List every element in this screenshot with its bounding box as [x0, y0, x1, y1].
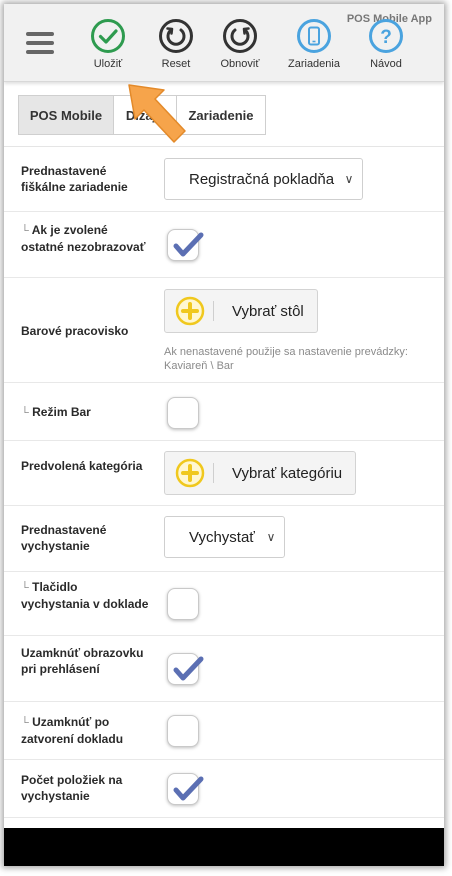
checkmark-icon — [173, 232, 204, 257]
chevron-down-icon: ∨ — [344, 172, 354, 186]
system-navigation-bar — [4, 828, 444, 866]
select-table-label: Vybrať stôl — [232, 302, 304, 320]
bar-mode-label: Režim Bar — [32, 405, 91, 419]
reset-label: Reset — [161, 58, 191, 70]
devices-button[interactable]: Zariadenia — [283, 18, 345, 70]
select-category-button[interactable]: Vybrať kategóriu — [164, 451, 357, 495]
reset-button[interactable]: Reset — [145, 18, 207, 70]
fiscal-device-value: Registračná pokladňa — [189, 170, 335, 188]
help-button[interactable]: ? Návod — [355, 18, 417, 70]
setting-row-hide-others: └ Ak je zvolené ostatné nezobrazovať — [4, 212, 444, 278]
bar-station-label: Barové pracovisko — [21, 324, 129, 338]
setting-row-lock-on-login: Uzamknúť obrazovku pri prehlásení — [4, 636, 444, 702]
menu-icon[interactable] — [26, 32, 54, 56]
devices-label: Zariadenia — [288, 58, 340, 70]
help-label: Návod — [370, 58, 402, 70]
plus-circle-icon — [175, 296, 205, 326]
tree-branch-icon: └ — [21, 717, 29, 729]
lock-on-close-label-wrap: └ Uzamknúť po zatvorení dokladu — [21, 714, 149, 747]
setting-row-default-dispatch: Prednastavené vychystanie Vychystať ∨ — [4, 506, 444, 572]
tree-branch-icon: └ — [21, 582, 29, 594]
save-label: Uložiť — [93, 58, 123, 70]
hide-others-checkbox[interactable] — [167, 229, 204, 261]
checkmark-circle-icon — [91, 19, 125, 53]
setting-row-items-count: Počet položiek na vychystanie — [4, 760, 444, 818]
dispatch-button-checkbox[interactable] — [167, 588, 199, 620]
items-count-label: Počet položiek na vychystanie — [21, 773, 123, 803]
help-glyph: ? — [380, 27, 392, 48]
fiscal-device-label: Prednastavené fiškálne zariadenie — [21, 164, 128, 194]
setting-row-default-category: Predvolená kategória Vybrať kategóriu — [4, 441, 444, 506]
refresh-icon — [223, 19, 257, 53]
lock-on-login-checkbox[interactable] — [167, 653, 204, 685]
tree-branch-icon: └ — [21, 407, 29, 419]
default-dispatch-value: Vychystať — [189, 528, 255, 546]
select-table-button[interactable]: Vybrať stôl — [164, 289, 318, 333]
refresh-button[interactable]: Obnoviť — [209, 18, 271, 70]
dispatch-button-label-wrap: └ Tlačidlo vychystania v doklade — [21, 579, 149, 612]
default-dispatch-label: Prednastavené vychystanie — [21, 523, 107, 553]
fiscal-device-select[interactable]: Registračná pokladňa ∨ — [164, 158, 363, 200]
checkmark-icon — [173, 776, 204, 801]
select-category-label: Vybrať kategóriu — [232, 464, 343, 482]
toolbar: POS Mobile App Uložiť Reset Obnoviť Zari… — [4, 4, 444, 82]
setting-row-dispatch-button: └ Tlačidlo vychystania v doklade — [4, 572, 444, 636]
default-category-label: Predvolená kategória — [21, 459, 143, 473]
help-icon: ? — [369, 19, 403, 53]
items-count-checkbox[interactable] — [167, 773, 204, 805]
bar-station-hint: Ak nenastavené použije sa nastavenie pre… — [164, 346, 408, 372]
setting-row-bar-station: Barové pracovisko Vybrať stôl Ak nenasta… — [4, 278, 444, 383]
pointer-arrow-icon — [128, 84, 186, 143]
checkmark-icon — [173, 656, 204, 681]
lock-on-close-checkbox[interactable] — [167, 715, 199, 747]
hide-others-label-wrap: └ Ak je zvolené ostatné nezobrazovať — [21, 222, 149, 255]
setting-row-bar-mode: └ Režim Bar — [4, 383, 444, 441]
tab-bar: POS Mobile Dizajn Zariadenie — [4, 83, 444, 147]
chevron-down-icon: ∨ — [266, 530, 276, 544]
default-dispatch-select[interactable]: Vychystať ∨ — [164, 516, 285, 558]
dispatch-button-label: Tlačidlo vychystania v doklade — [21, 580, 149, 611]
reset-icon — [159, 19, 193, 53]
app-window: POS Mobile App Uložiť Reset Obnoviť Zari… — [4, 4, 444, 866]
lock-on-login-label: Uzamknúť obrazovku pri prehlásení — [21, 646, 144, 676]
hide-others-label: Ak je zvolené ostatné nezobrazovať — [21, 223, 146, 254]
setting-row-fiscal-device: Prednastavené fiškálne zariadenie Regist… — [4, 147, 444, 212]
setting-row-lock-on-close: └ Uzamknúť po zatvorení dokladu — [4, 702, 444, 760]
tree-branch-icon: └ — [21, 225, 29, 237]
save-button[interactable]: Uložiť — [77, 18, 139, 70]
bar-mode-checkbox[interactable] — [167, 397, 199, 429]
plus-circle-icon — [175, 458, 205, 488]
phone-device-icon — [297, 19, 331, 53]
lock-on-close-label: Uzamknúť po zatvorení dokladu — [21, 715, 124, 746]
tab-pos-mobile[interactable]: POS Mobile — [18, 95, 114, 135]
refresh-label: Obnoviť — [220, 58, 260, 70]
bar-mode-label-wrap: └ Režim Bar — [21, 404, 149, 421]
